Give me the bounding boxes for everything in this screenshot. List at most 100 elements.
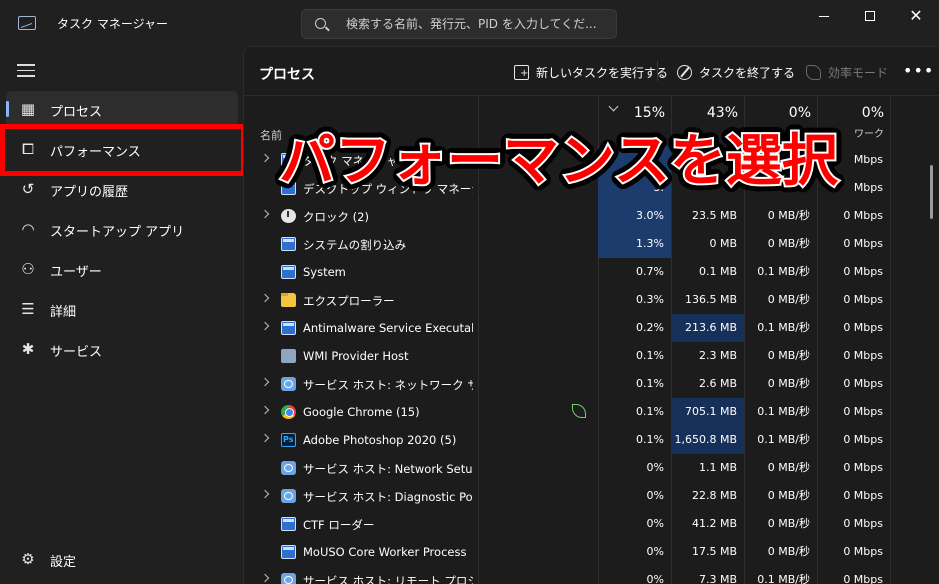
process-name: サービス ホスト: リモート プロシージ... — [303, 574, 473, 584]
table-row[interactable]: Google Chrome (15) 0.1% 705.1 MB 0.1 MB/秒 0 … — [244, 398, 939, 426]
process-name: WMI Provider Host — [303, 349, 409, 363]
close-button[interactable]: ✕ — [893, 0, 939, 32]
mem-cell: 705.1 MB — [671, 398, 744, 426]
table-row[interactable]: サービス ホスト: リモート プロシージ... 0% 7.3 MB 0.1 MB/秒 0… — [244, 566, 939, 584]
mem-cell: 23.5 MB — [691, 209, 737, 222]
table-row[interactable]: サービス ホスト: ネットワーク サービス 0.1% 2.6 MB 0 MB/秒 0 M… — [244, 370, 939, 398]
sidebar-item-details[interactable]: ☰ 詳細 — [6, 291, 238, 327]
mem-cell: 136.5 MB — [684, 293, 737, 306]
table-row[interactable]: エクスプローラー 0.3% 136.5 MB 0 MB/秒 0 Mbps — [244, 286, 939, 314]
sidebar-item-users[interactable]: ⚇ ユーザー — [6, 251, 238, 287]
mem-cell: 17.5 MB — [691, 545, 737, 558]
efficiency-mode-label: 効率モード — [828, 65, 889, 80]
maximize-button[interactable] — [847, 0, 893, 32]
chevron-right-icon[interactable] — [260, 433, 270, 443]
sidebar-item-label: 設定 — [50, 555, 77, 570]
search-box[interactable] — [301, 9, 617, 39]
disk-cell: 0 MB/秒 — [767, 461, 810, 474]
more-options-button[interactable]: ••• — [903, 61, 934, 80]
sidebar-item-label: アプリの履歴 — [50, 185, 129, 200]
hamburger-menu-icon[interactable] — [17, 64, 35, 78]
cpu-cell: 0% — [646, 545, 664, 558]
window-process-icon — [281, 237, 296, 251]
table-row[interactable]: サービス ホスト: Diagnostic Polic... 0% 22.8 MB 0 … — [244, 482, 939, 510]
gear-process-icon — [281, 461, 296, 475]
run-new-task-button[interactable]: 新しいタスクを実行する — [514, 61, 668, 83]
chevron-right-icon[interactable] — [260, 293, 270, 303]
sidebar-item-settings[interactable]: ⚙ 設定 — [6, 541, 238, 577]
details-icon: ☰ — [21, 300, 35, 318]
chevron-right-icon[interactable] — [260, 489, 270, 499]
disk-cell: 0.1 MB/秒 — [757, 433, 810, 446]
table-row[interactable]: WMI Provider Host 0.1% 2.3 MB 0 MB/秒 0 Mbps — [244, 342, 939, 370]
table-row[interactable]: Antimalware Service Executable 0.2% 213.6 … — [244, 314, 939, 342]
cpu-cell: 0.1% — [636, 433, 664, 446]
process-name: エクスプローラー — [303, 294, 395, 308]
disk-cell: 0 MB/秒 — [767, 293, 810, 306]
disk-cell: 0.1 MB/秒 — [757, 405, 810, 418]
disk-cell: 0.1 MB/秒 — [757, 265, 810, 278]
table-row[interactable]: サービス ホスト: Network Setup S... 0% 1.1 MB 0 MB… — [244, 454, 939, 482]
mem-cell: 41.2 MB — [691, 517, 737, 530]
cpu-cell: 3.0% — [598, 202, 671, 230]
chevron-right-icon[interactable] — [260, 377, 270, 387]
window-process-icon — [281, 545, 296, 559]
toolbar-separator — [657, 61, 658, 81]
cpu-cell: 0.7% — [636, 265, 664, 278]
cpu-cell: 0% — [646, 489, 664, 502]
process-name: クロック (2) — [303, 210, 369, 224]
chevron-right-icon[interactable] — [260, 405, 270, 415]
sidebar-item-services[interactable]: ✱ サービス — [6, 331, 238, 367]
end-task-button[interactable]: タスクを終了する — [677, 61, 795, 83]
chevron-right-icon[interactable] — [260, 209, 270, 219]
efficiency-mode-button[interactable]: 効率モード — [806, 61, 888, 83]
table-row[interactable]: System 0.7% 0.1 MB 0.1 MB/秒 0 Mbps — [244, 258, 939, 286]
sidebar-item-label: サービス — [50, 345, 103, 360]
table-row[interactable]: MoUSO Core Worker Process 0% 17.5 MB 0 MB/秒… — [244, 538, 939, 566]
efficiency-leaf-icon — [806, 64, 821, 80]
cpu-cell: 0% — [646, 573, 664, 584]
process-name: MoUSO Core Worker Process — [303, 545, 467, 559]
cpu-cell: 0.3% — [636, 293, 664, 306]
minimize-icon — [819, 15, 829, 17]
process-name: CTF ローダー — [303, 518, 375, 532]
process-name: Google Chrome (15) — [303, 405, 420, 419]
chevron-right-icon[interactable] — [260, 153, 270, 163]
process-name: Antimalware Service Executable — [303, 321, 473, 335]
sidebar-item-startup-apps[interactable]: ◠ スタートアップ アプリ — [6, 211, 238, 247]
net-cell: 0 Mbps — [843, 293, 883, 306]
sidebar-item-processes[interactable]: ▦ プロセス — [6, 91, 238, 127]
minimize-button[interactable] — [801, 0, 847, 32]
new-task-icon — [514, 64, 529, 80]
search-input[interactable] — [346, 15, 608, 33]
cpu-cell: 0% — [646, 461, 664, 474]
net-cell: 0 Mbps — [843, 517, 883, 530]
mem-cell: 2.6 MB — [698, 377, 737, 390]
chevron-right-icon[interactable] — [260, 321, 270, 331]
sidebar-item-app-history[interactable]: ↺ アプリの履歴 — [6, 171, 238, 207]
chrome-process-icon — [281, 405, 296, 419]
clock-process-icon — [281, 209, 296, 223]
net-cell: 0 Mbps — [843, 489, 883, 502]
mem-cell: 1.1 MB — [698, 461, 737, 474]
disk-cell: 0 MB/秒 — [767, 237, 810, 250]
cpu-cell: 0.1% — [636, 405, 664, 418]
search-icon — [315, 18, 326, 29]
task-manager-app-icon — [18, 16, 36, 30]
table-row[interactable]: システムの割り込み 1.3% 0 MB 0 MB/秒 0 Mbps — [244, 230, 939, 258]
net-cell: 0 Mbps — [843, 545, 883, 558]
sidebar-item-label: ユーザー — [50, 265, 102, 280]
disk-cell: 0 MB/秒 — [767, 517, 810, 530]
history-icon: ↺ — [21, 180, 35, 198]
process-name: システムの割り込み — [303, 238, 407, 252]
chevron-right-icon[interactable] — [260, 573, 270, 583]
cpu-cell: 0.2% — [636, 321, 664, 334]
scrollbar-thumb[interactable] — [930, 165, 933, 219]
mem-cell: 22.8 MB — [691, 489, 737, 502]
app-title: タスク マネージャー — [57, 17, 168, 31]
table-row[interactable]: Adobe Photoshop 2020 (5) 0.1% 1,650.8 MB 0.… — [244, 426, 939, 454]
services-icon: ✱ — [21, 340, 35, 358]
table-row[interactable]: クロック (2) 3.0% 23.5 MB 0 MB/秒 0 Mbps — [244, 202, 939, 230]
net-cell: 0 Mbps — [843, 321, 883, 334]
table-row[interactable]: CTF ローダー 0% 41.2 MB 0 MB/秒 0 Mbps — [244, 510, 939, 538]
